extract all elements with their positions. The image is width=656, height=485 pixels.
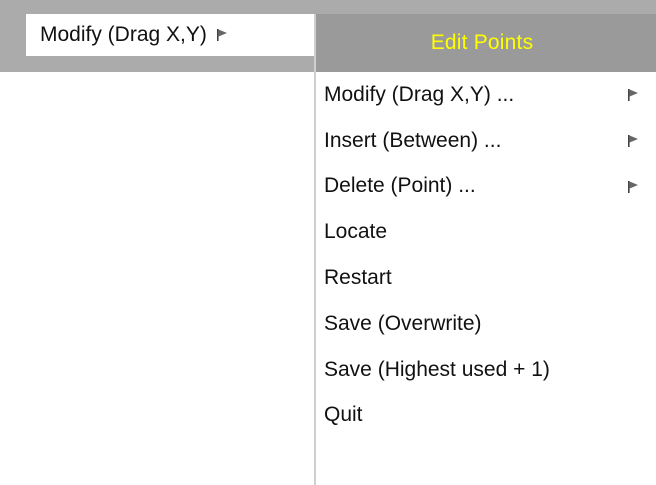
submenu-flag-icon <box>627 88 639 102</box>
menu-item-restart[interactable]: Restart <box>316 255 656 301</box>
menu-item-insert-between[interactable]: Insert (Between) ... <box>316 118 656 164</box>
submenu-flag-icon <box>216 28 228 42</box>
submenu-flag-icon <box>627 180 639 194</box>
menu-item-label: Insert (Between) ... <box>324 128 502 152</box>
edit-points-submenu: Edit Points Modify (Drag X,Y) ... Insert… <box>314 14 656 485</box>
submenu-header: Edit Points <box>316 14 656 72</box>
menu-item-label: Save (Highest used + 1) <box>324 357 550 381</box>
submenu-flag-icon <box>627 134 639 148</box>
menu-item-label: Modify (Drag X,Y) ... <box>324 82 515 106</box>
menu-item-modify-drag[interactable]: Modify (Drag X,Y) ... <box>316 72 656 118</box>
menu-item-label: Save (Overwrite) <box>324 311 482 335</box>
menu-item-delete-point[interactable]: Delete (Point) ... <box>316 164 656 210</box>
menu-item-label: Restart <box>324 266 392 290</box>
menu-item-save-highest[interactable]: Save (Highest used + 1) <box>316 347 656 393</box>
parent-menu-item-modify[interactable]: Modify (Drag X,Y) <box>26 14 322 56</box>
menu-item-label: Delete (Point) ... <box>324 174 476 198</box>
menu-item-label: Quit <box>324 403 363 427</box>
submenu-title: Edit Points <box>430 31 534 54</box>
menu-screen: Modify (Drag X,Y) Edit Points Modify (Dr… <box>0 0 656 485</box>
menu-item-quit[interactable]: Quit <box>316 393 656 439</box>
parent-menu-item-label: Modify (Drag X,Y) <box>40 23 207 46</box>
submenu-item-list: Modify (Drag X,Y) ... Insert (Between) .… <box>316 72 656 438</box>
menu-item-label: Locate <box>324 220 388 244</box>
menu-item-save-overwrite[interactable]: Save (Overwrite) <box>316 301 656 347</box>
menu-item-locate[interactable]: Locate <box>316 209 656 255</box>
